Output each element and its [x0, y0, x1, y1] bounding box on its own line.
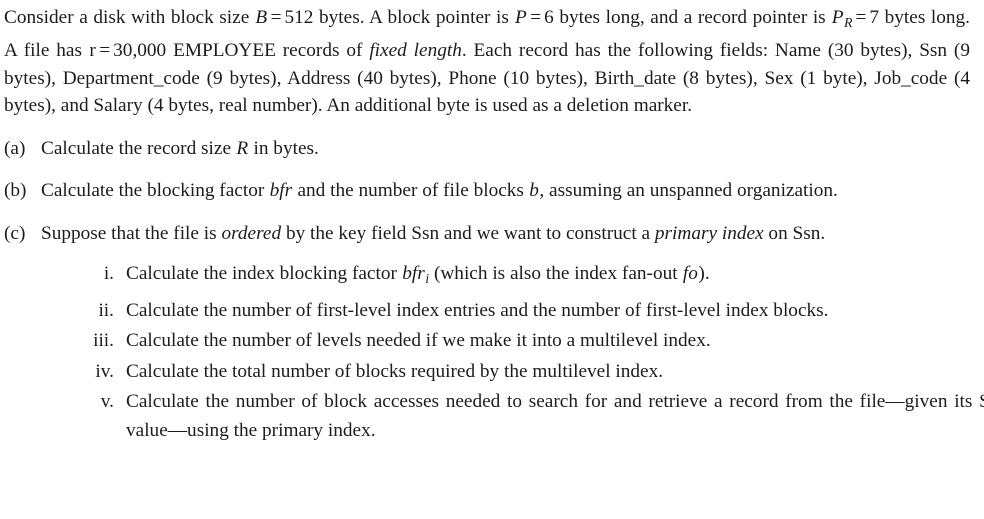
subquestion-i-text-1: Calculate the index blocking factor: [126, 263, 397, 285]
subquestion-item-i: i. Calculate the index blocking factor bf…: [41, 260, 984, 294]
document-page: Consider a disk with block size B = 512 by…: [0, 0, 984, 519]
subquestion-v-dash-1: —: [885, 391, 905, 413]
question-c-text-3: on Ssn.: [768, 222, 826, 244]
intro-text-5: EMPLOYEE records of: [173, 40, 363, 62]
variable-PR-subscript: R: [844, 15, 853, 31]
subquestion-item-iii: iii. Calculate the number of levels neede…: [41, 327, 984, 356]
value-block-size: 512: [284, 7, 314, 28]
question-item-a: (a) Calculate the record size R in bytes.: [4, 135, 970, 163]
subquestion-item-iv: iv. Calculate the total number of blocks …: [41, 358, 984, 387]
list-marker-b: (b): [4, 180, 27, 202]
emphasis-primary-index: primary index: [654, 222, 764, 244]
question-b-text-3: , assuming an unspanned organization.: [539, 180, 838, 202]
intro-text-3: bytes long, and a record pointer is: [559, 7, 826, 28]
list-marker-v: v.: [100, 391, 114, 413]
variable-P: P: [514, 7, 527, 28]
question-c-text-1: Suppose that the file is: [41, 222, 217, 244]
list-marker-i: i.: [103, 263, 114, 285]
subquestion-iv-text: Calculate the total number of blocks req…: [126, 360, 664, 382]
variable-bfr-index: bfr: [402, 263, 425, 285]
subquestion-list: i. Calculate the index blocking factor bf…: [41, 260, 984, 445]
subquestion-i-text-2: (which is also the index fan-out: [433, 263, 678, 285]
variable-bfr-index-subscript: i: [425, 272, 430, 288]
subquestion-v-dash-2: —: [167, 419, 188, 441]
question-b-text-2: and the number of file blocks: [297, 180, 524, 202]
equals-sign-1: =: [270, 7, 282, 28]
list-marker-c: (c): [4, 222, 26, 244]
value-record-pointer: 7: [869, 7, 880, 28]
variable-bfr: bfr: [269, 180, 293, 202]
list-marker-a: (a): [4, 137, 26, 159]
question-b-text-1: Calculate the blocking factor: [41, 180, 265, 202]
list-marker-iv: iv.: [95, 360, 114, 382]
list-marker-ii: ii.: [98, 299, 114, 321]
subquestion-v-text-1: Calculate the number of block accesses n…: [126, 391, 886, 413]
subquestion-item-ii: ii. Calculate the number of first-level i…: [41, 297, 984, 326]
equals-sign-2: =: [530, 7, 542, 28]
question-item-c: (c) Suppose that the file is ordered by t…: [4, 220, 984, 445]
question-c-text-2: by the key field Ssn and we want to cons…: [285, 222, 651, 244]
question-list: (a) Calculate the record size R in bytes.…: [4, 135, 984, 445]
value-block-pointer: 6: [544, 7, 554, 28]
question-item-b: (b) Calculate the blocking factor bfr and…: [4, 177, 970, 205]
equals-sign-4: =: [99, 40, 111, 62]
list-marker-iii: iii.: [93, 330, 114, 352]
value-record-count: 30,000: [113, 40, 167, 62]
variable-R: R: [236, 137, 249, 159]
problem-statement: Consider a disk with block size B = 512 by…: [4, 4, 970, 120]
subquestion-item-v: v. Calculate the number of block accesses…: [41, 388, 984, 445]
intro-text-1: Consider a disk with block size: [4, 7, 250, 28]
variable-fo: fo: [682, 263, 698, 285]
question-a-text-2: in bytes.: [253, 137, 319, 159]
emphasis-ordered: ordered: [221, 222, 282, 244]
emphasis-fixed-length: fixed length: [369, 40, 462, 62]
subquestion-v-text-3: using the primary index.: [187, 419, 376, 441]
subquestion-iii-text: Calculate the number of levels needed if…: [126, 330, 711, 352]
variable-b: b: [529, 180, 539, 202]
subquestion-ii-text: Calculate the number of first-level inde…: [126, 299, 829, 321]
variable-B: B: [255, 7, 268, 28]
question-a-text-1: Calculate the record size: [41, 137, 232, 159]
intro-text-2: bytes. A block pointer is: [319, 7, 509, 28]
subquestion-i-text-3: ).: [698, 263, 710, 285]
variable-PR: P: [831, 7, 844, 28]
equals-sign-3: =: [855, 7, 867, 28]
